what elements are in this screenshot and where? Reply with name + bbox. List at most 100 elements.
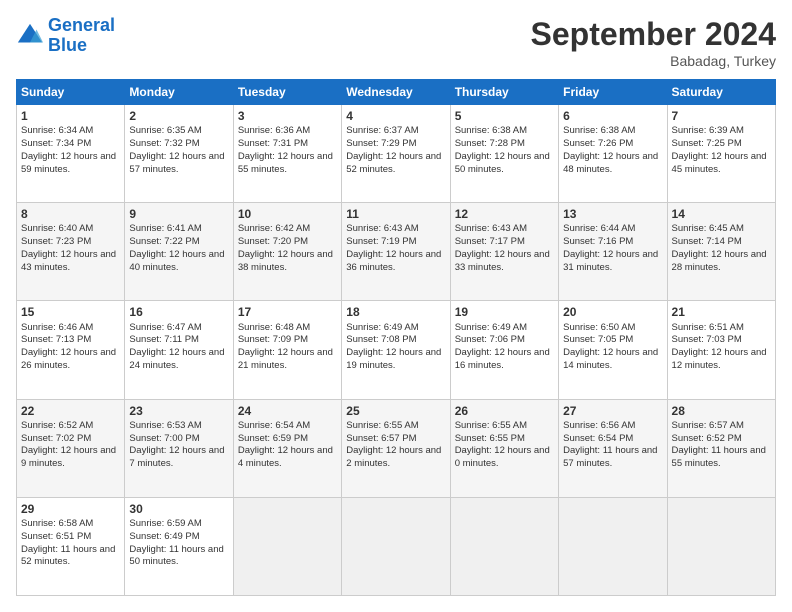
day-number: 1 xyxy=(21,108,120,124)
table-cell: 24Sunrise: 6:54 AMSunset: 6:59 PMDayligh… xyxy=(233,399,341,497)
col-thursday: Thursday xyxy=(450,80,558,105)
sunset-label: Sunset: 7:34 PM xyxy=(21,138,91,149)
sunrise-label: Sunrise: 6:40 AM xyxy=(21,223,93,234)
sunrise-label: Sunrise: 6:55 AM xyxy=(346,420,418,431)
sunrise-label: Sunrise: 6:44 AM xyxy=(563,223,635,234)
table-cell: 26Sunrise: 6:55 AMSunset: 6:55 PMDayligh… xyxy=(450,399,558,497)
table-cell: 10Sunrise: 6:42 AMSunset: 7:20 PMDayligh… xyxy=(233,203,341,301)
day-number: 18 xyxy=(346,304,445,320)
day-number: 8 xyxy=(21,206,120,222)
sunrise-label: Sunrise: 6:47 AM xyxy=(129,322,201,333)
day-number: 15 xyxy=(21,304,120,320)
sunrise-label: Sunrise: 6:55 AM xyxy=(455,420,527,431)
sunrise-label: Sunrise: 6:36 AM xyxy=(238,125,310,136)
sunset-label: Sunset: 6:55 PM xyxy=(455,433,525,444)
sunset-label: Sunset: 7:29 PM xyxy=(346,138,416,149)
table-cell xyxy=(667,497,775,595)
sunset-label: Sunset: 6:54 PM xyxy=(563,433,633,444)
table-cell: 18 Sunrise: 6:49 AMSunset: 7:08 PM Dayligh… xyxy=(342,301,450,399)
sunset-label: Sunset: 7:11 PM xyxy=(129,334,199,345)
day-number: 7 xyxy=(672,108,771,124)
sunset-label: Sunset: 6:51 PM xyxy=(21,531,91,542)
sunset-label: Sunset: 7:03 PM xyxy=(672,334,742,345)
sunrise-label: Sunrise: 6:49 AM xyxy=(346,322,418,333)
day-number: 20 xyxy=(563,304,662,320)
daylight-label: Daylight: 12 hours and 50 minutes. xyxy=(455,151,550,175)
table-cell: 16Sunrise: 6:47 AMSunset: 7:11 PMDayligh… xyxy=(125,301,233,399)
table-cell: 1Sunrise: 6:34 AM Sunset: 7:34 PM Daylight… xyxy=(17,105,125,203)
logo-blue: Blue xyxy=(48,35,87,55)
day-number: 5 xyxy=(455,108,554,124)
table-cell: 17Sunrise: 6:48 AMSunset: 7:09 PMDayligh… xyxy=(233,301,341,399)
table-cell: 11Sunrise: 6:43 AMSunset: 7:19 PMDayligh… xyxy=(342,203,450,301)
calendar-header-row: Sunday Monday Tuesday Wednesday Thursday… xyxy=(17,80,776,105)
sunset-label: Sunset: 7:00 PM xyxy=(129,433,199,444)
sunset-label: Sunset: 7:19 PM xyxy=(346,236,416,247)
col-tuesday: Tuesday xyxy=(233,80,341,105)
day-number: 28 xyxy=(672,403,771,419)
day-number: 4 xyxy=(346,108,445,124)
table-cell: 28Sunrise: 6:57 AMSunset: 6:52 PMDayligh… xyxy=(667,399,775,497)
day-number: 12 xyxy=(455,206,554,222)
sunrise-label: Sunrise: 6:39 AM xyxy=(672,125,744,136)
day-number: 14 xyxy=(672,206,771,222)
table-cell: 12Sunrise: 6:43 AMSunset: 7:17 PMDayligh… xyxy=(450,203,558,301)
day-number: 21 xyxy=(672,304,771,320)
sunrise-label: Sunrise: 6:52 AM xyxy=(21,420,93,431)
sunset-label: Sunset: 7:22 PM xyxy=(129,236,199,247)
sunset-label: Sunset: 7:09 PM xyxy=(238,334,308,345)
table-cell: 27Sunrise: 6:56 AMSunset: 6:54 PMDayligh… xyxy=(559,399,667,497)
sunset-label: Sunset: 7:16 PM xyxy=(563,236,633,247)
daylight-label: Daylight: 12 hours and 55 minutes. xyxy=(238,151,333,175)
calendar-row: 1Sunrise: 6:34 AM Sunset: 7:34 PM Daylight… xyxy=(17,105,776,203)
sunrise-label: Sunrise: 6:43 AM xyxy=(455,223,527,234)
page: General Blue September 2024 Babadag, Tur… xyxy=(0,0,792,612)
sunset-label: Sunset: 7:26 PM xyxy=(563,138,633,149)
sunset-label: Sunset: 7:25 PM xyxy=(672,138,742,149)
daylight-label: Daylight: 12 hours and 9 minutes. xyxy=(21,445,116,469)
table-cell xyxy=(233,497,341,595)
sunrise-label: Sunrise: 6:34 AM xyxy=(21,125,93,136)
col-saturday: Saturday xyxy=(667,80,775,105)
daylight-label: Daylight: 12 hours and 4 minutes. xyxy=(238,445,333,469)
sunset-label: Sunset: 7:31 PM xyxy=(238,138,308,149)
sunset-label: Sunset: 6:59 PM xyxy=(238,433,308,444)
daylight-label: Daylight: 12 hours and 57 minutes. xyxy=(129,151,224,175)
table-cell: 9Sunrise: 6:41 AMSunset: 7:22 PMDaylight… xyxy=(125,203,233,301)
daylight-label: Daylight: 11 hours and 50 minutes. xyxy=(129,544,223,568)
daylight-label: Daylight: 12 hours and 24 minutes. xyxy=(129,347,224,371)
sunset-label: Sunset: 7:08 PM xyxy=(346,334,416,345)
sunset-label: Sunset: 7:02 PM xyxy=(21,433,91,444)
logo: General Blue xyxy=(16,16,115,56)
sunrise-label: Sunrise: 6:45 AM xyxy=(672,223,744,234)
sunset-label: Sunset: 6:49 PM xyxy=(129,531,199,542)
table-cell: 5Sunrise: 6:38 AMSunset: 7:28 PMDaylight… xyxy=(450,105,558,203)
daylight-label: Daylight: 12 hours and 48 minutes. xyxy=(563,151,658,175)
daylight-label: Daylight: 12 hours and 16 minutes. xyxy=(455,347,550,371)
col-sunday: Sunday xyxy=(17,80,125,105)
day-number: 9 xyxy=(129,206,228,222)
daylight-label: Daylight: 12 hours and 43 minutes. xyxy=(21,249,116,273)
daylight-label: Daylight: 12 hours and 59 minutes. xyxy=(21,151,116,175)
table-cell: 20Sunrise: 6:50 AMSunset: 7:05 PMDayligh… xyxy=(559,301,667,399)
calendar-row: 29Sunrise: 6:58 AMSunset: 6:51 PMDayligh… xyxy=(17,497,776,595)
daylight-label: Daylight: 12 hours and 19 minutes. xyxy=(346,347,441,371)
table-cell: 14Sunrise: 6:45 AMSunset: 7:14 PMDayligh… xyxy=(667,203,775,301)
day-number: 25 xyxy=(346,403,445,419)
day-number: 13 xyxy=(563,206,662,222)
sunset-label: Sunset: 6:52 PM xyxy=(672,433,742,444)
sunset-label: Sunset: 7:13 PM xyxy=(21,334,91,345)
table-cell: 30Sunrise: 6:59 AMSunset: 6:49 PMDayligh… xyxy=(125,497,233,595)
daylight-label: Daylight: 12 hours and 33 minutes. xyxy=(455,249,550,273)
calendar-row: 15Sunrise: 6:46 AMSunset: 7:13 PMDayligh… xyxy=(17,301,776,399)
table-cell: 21Sunrise: 6:51 AMSunset: 7:03 PMDayligh… xyxy=(667,301,775,399)
daylight-label: Daylight: 12 hours and 14 minutes. xyxy=(563,347,658,371)
daylight-label: Daylight: 12 hours and 2 minutes. xyxy=(346,445,441,469)
header: General Blue September 2024 Babadag, Tur… xyxy=(16,16,776,69)
daylight-label: Daylight: 12 hours and 26 minutes. xyxy=(21,347,116,371)
day-number: 6 xyxy=(563,108,662,124)
daylight-label: Daylight: 12 hours and 0 minutes. xyxy=(455,445,550,469)
logo-icon xyxy=(16,22,44,50)
table-cell: 13Sunrise: 6:44 AMSunset: 7:16 PMDayligh… xyxy=(559,203,667,301)
table-cell: 29Sunrise: 6:58 AMSunset: 6:51 PMDayligh… xyxy=(17,497,125,595)
